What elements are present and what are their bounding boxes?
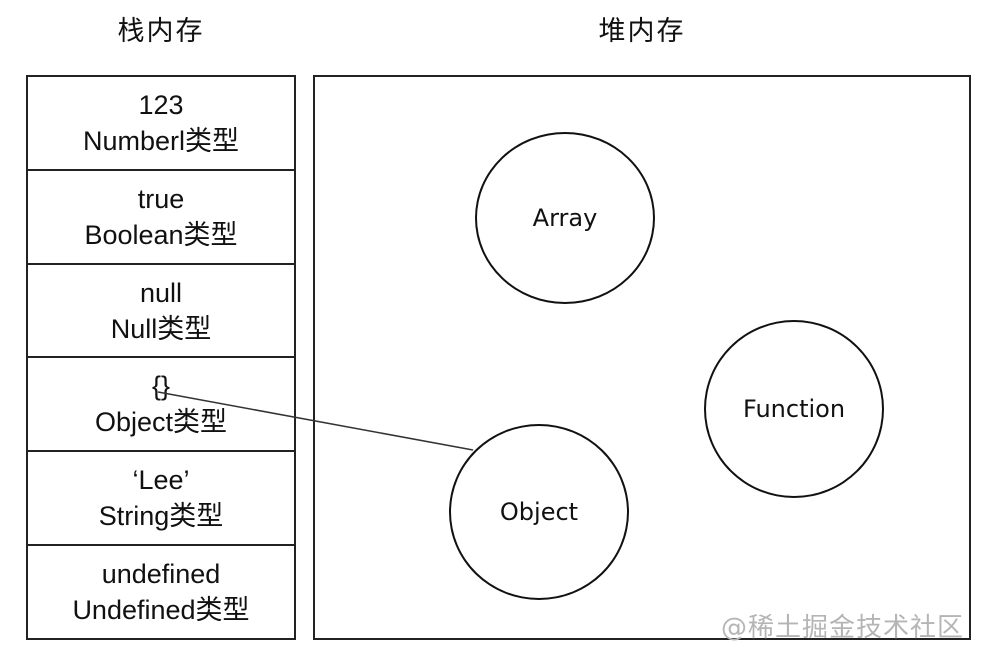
stack-cell-type: Boolean类型 xyxy=(84,219,238,250)
stack-cell-value: true xyxy=(137,183,185,214)
heap-node-label: Function xyxy=(742,395,846,423)
heap-node-function: Function xyxy=(704,320,884,498)
stack-cell-type: String类型 xyxy=(98,501,224,532)
heap-node-array: Array xyxy=(475,132,655,304)
stack-cell-type: Undefined类型 xyxy=(72,595,250,626)
stack-cell-undefined: undefined Undefined类型 xyxy=(28,546,294,638)
stack-cell-number: 123 Numberl类型 xyxy=(28,77,294,171)
watermark: @稀土掘金技术社区 xyxy=(720,613,964,643)
stack-cell-value: 123 xyxy=(138,89,184,120)
stack-cell-boolean: true Boolean类型 xyxy=(28,171,294,265)
stack-memory-box: 123 Numberl类型 true Boolean类型 null Null类型… xyxy=(26,75,296,640)
heap-memory-title: 堆内存 xyxy=(598,16,686,47)
heap-node-label: Object xyxy=(499,498,579,526)
stack-memory-title: 栈内存 xyxy=(117,16,205,47)
heap-memory-box xyxy=(313,75,971,640)
stack-cell-type: Numberl类型 xyxy=(82,125,240,156)
heap-node-object: Object xyxy=(449,424,629,600)
stack-cell-type: Object类型 xyxy=(94,407,228,438)
stack-cell-value: null xyxy=(139,277,183,308)
stack-cell-type: Null类型 xyxy=(110,313,212,344)
heap-node-label: Array xyxy=(532,204,598,232)
stack-cell-value: {} xyxy=(151,371,171,402)
stack-cell-null: null Null类型 xyxy=(28,265,294,359)
stack-cell-object: {} Object类型 xyxy=(28,358,294,453)
stack-cell-value: undefined xyxy=(101,559,221,590)
stack-cell-string: ‘Lee’ String类型 xyxy=(28,452,294,547)
stack-cell-value: ‘Lee’ xyxy=(132,465,190,496)
